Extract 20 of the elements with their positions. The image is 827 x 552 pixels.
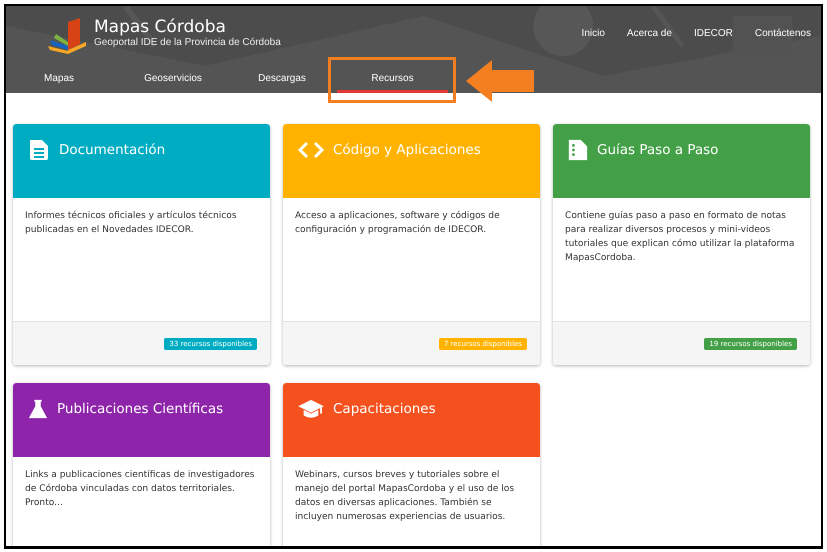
card-description: Informes técnicos oficiales y artículos técnicos publicadas en el Novedades IDECOR. [24, 210, 238, 237]
nav-tab[interactable]: Mapas [44, 60, 74, 93]
nav-tab[interactable]: Recursos [337, 60, 448, 93]
card-description: Contiene guías paso a paso en formato de notas para realizar diversos procesos y mini-videos tutoriales que explican cómo utilizar la plataforma MapasCordoba. [564, 210, 796, 265]
nav-link[interactable]: Contáctenos [754, 28, 811, 39]
card-title[interactable]: Publicaciones Científicas [57, 397, 224, 421]
nav-link[interactable]: Acerca de [626, 28, 672, 39]
card-description: Webinars, cursos breves y tutoriales sobre el manejo del portal MapasCordoba y el uso de los datos en diversas aplicaciones. También se incluyen numerosas experiencias de usuarios. [294, 469, 516, 524]
document-icon [27, 138, 51, 162]
nav-link[interactable]: Inicio [582, 28, 605, 39]
file-icon [567, 138, 589, 162]
arrow-icon [466, 58, 534, 104]
flask-icon [27, 397, 49, 421]
nav-link[interactable]: IDECOR [694, 28, 733, 39]
card-description: Acceso a aplicaciones, software y códigos de configuración y programación de IDECOR. [294, 210, 501, 237]
site-title: Mapas Córdoba [94, 17, 227, 37]
nav-tab[interactable]: Geoservicios [142, 60, 204, 93]
card-description: Links a publicaciones científicas de investigadores de Córdoba vinculadas con datos territoriales. Pronto... [24, 468, 256, 510]
nav-tab[interactable]: Descargas [258, 60, 306, 93]
site-subtitle: Geoportal IDE de la Provincia de Córdoba [94, 37, 281, 49]
